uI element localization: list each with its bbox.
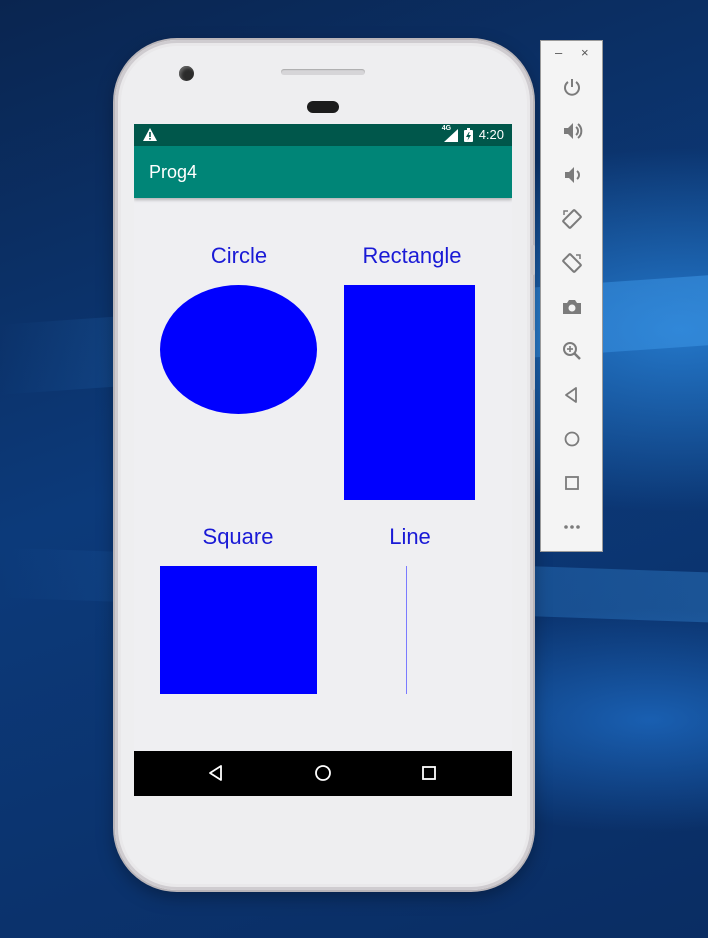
volume-up-icon[interactable] <box>559 118 585 144</box>
nav-home-icon[interactable] <box>313 763 333 783</box>
camera-icon[interactable] <box>559 294 585 320</box>
home-icon[interactable] <box>559 426 585 452</box>
volume-side-button <box>531 330 535 390</box>
square-shape <box>160 566 317 694</box>
more-icon[interactable] <box>559 514 585 540</box>
close-button[interactable]: × <box>581 45 589 60</box>
rectangle-label: Rectangle <box>362 243 462 268</box>
power-icon[interactable] <box>559 74 585 100</box>
volume-down-icon[interactable] <box>559 162 585 188</box>
status-bar-right: 4G 4:20 <box>442 125 504 143</box>
navigation-bar <box>134 751 512 796</box>
back-icon[interactable] <box>559 382 585 408</box>
circle-shape <box>160 285 317 414</box>
network-indicator: 4G <box>442 125 458 142</box>
signal-icon <box>443 128 458 142</box>
square-label: Square <box>202 524 274 549</box>
line-label: Line <box>389 524 431 549</box>
earpiece-speaker <box>281 69 365 75</box>
app-bar: Prog4 <box>134 146 512 198</box>
status-bar: 4G 4:20 <box>134 124 512 146</box>
proximity-sensor <box>307 101 339 113</box>
clock: 4:20 <box>478 127 504 142</box>
minimize-button[interactable]: – <box>555 45 562 60</box>
battery-icon <box>463 127 473 142</box>
nav-back-icon[interactable] <box>207 763 227 783</box>
line-shape <box>406 566 407 694</box>
power-side-button <box>531 245 535 275</box>
rotate-right-icon[interactable] <box>559 250 585 276</box>
nav-overview-icon[interactable] <box>419 763 439 783</box>
rotate-left-icon[interactable] <box>559 206 585 232</box>
app-title: Prog4 <box>149 162 198 182</box>
front-camera <box>179 66 194 81</box>
emulator-control-panel: – × <box>540 40 603 552</box>
overview-icon[interactable] <box>559 470 585 496</box>
circle-label: Circle <box>210 243 268 268</box>
rectangle-shape <box>344 285 475 500</box>
device-screen: 4G 4:20 Prog4 Circle Rectangle Square Li… <box>134 124 512 796</box>
warning-icon <box>143 128 157 141</box>
zoom-icon[interactable] <box>559 338 585 364</box>
